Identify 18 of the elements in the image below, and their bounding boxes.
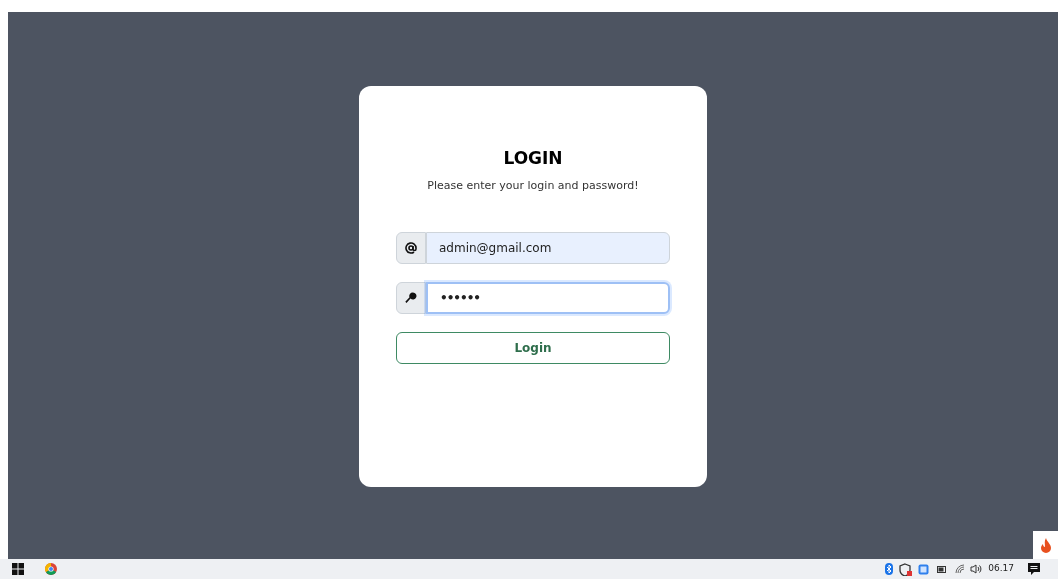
login-button[interactable]: Login	[396, 332, 670, 364]
clock[interactable]: 06.17	[988, 562, 1014, 576]
shield-icon[interactable]	[899, 562, 913, 576]
at-icon	[405, 242, 417, 254]
notification-icon[interactable]	[1028, 563, 1040, 575]
app-square-icon[interactable]	[918, 563, 930, 575]
login-title: LOGIN	[503, 147, 563, 170]
login-subtitle: Please enter your login and password!	[427, 177, 639, 194]
browser-icon[interactable]	[45, 563, 57, 575]
bluetooth-icon[interactable]	[885, 563, 894, 575]
wifi-icon[interactable]	[955, 564, 966, 574]
flame-icon[interactable]	[1033, 531, 1058, 559]
email-field[interactable]: admin@gmail.com	[426, 232, 670, 264]
battery-icon[interactable]	[937, 565, 948, 573]
volume-icon[interactable]	[970, 564, 983, 574]
password-field[interactable]: ••••••	[426, 282, 670, 314]
key-icon	[405, 292, 417, 304]
windows-start-icon[interactable]	[12, 563, 24, 575]
